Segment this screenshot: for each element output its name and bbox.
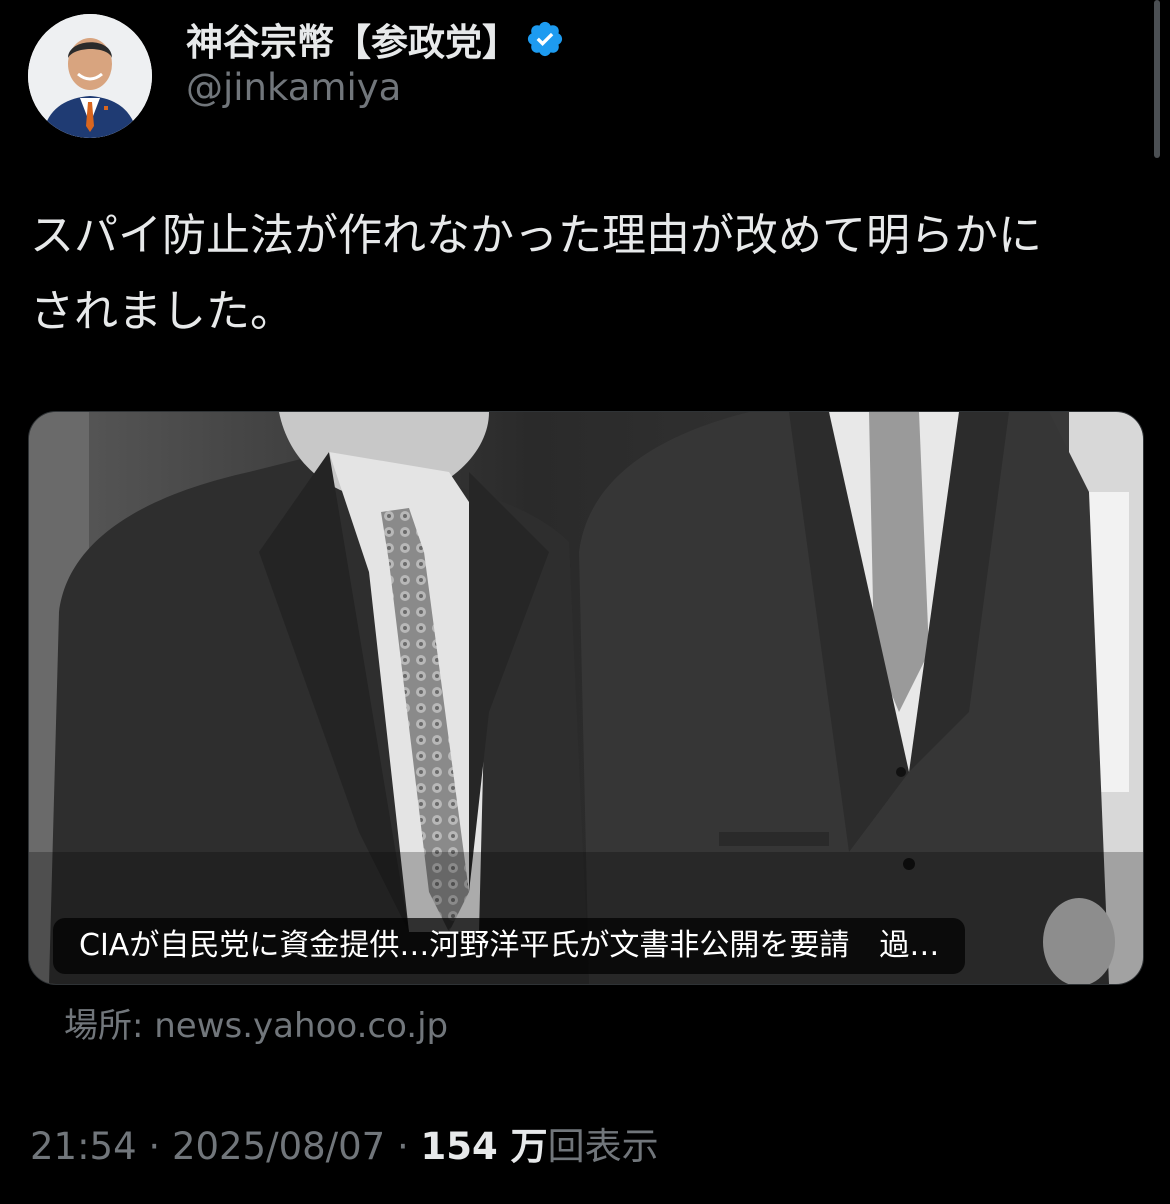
link-card-image xyxy=(29,412,1143,984)
author-handle[interactable]: @jinkamiya xyxy=(186,66,401,109)
scrollbar[interactable] xyxy=(1154,0,1160,158)
meta-separator: · xyxy=(136,1125,172,1168)
verified-badge-icon[interactable] xyxy=(525,19,565,59)
views-count[interactable]: 154 万 xyxy=(421,1125,548,1168)
tweet-text: スパイ防止法が作れなかった理由が改めて明らかに されました。 xyxy=(30,198,1140,350)
tweet-time[interactable]: 21:54 xyxy=(30,1125,137,1168)
link-card-source[interactable]: 場所: news.yahoo.co.jp xyxy=(64,998,448,1047)
author-name-row[interactable]: 神谷宗幣【参政党】 xyxy=(186,12,565,66)
tweet-meta: 21:54 · 2025/08/07 · 154 万回表示 xyxy=(30,1116,659,1170)
avatar-image xyxy=(28,14,152,138)
link-card-title[interactable]: CIAが自民党に資金提供…河野洋平氏が文書非公開を要請 過… xyxy=(53,918,966,974)
link-preview-card[interactable]: CIAが自民党に資金提供…河野洋平氏が文書非公開を要請 過… xyxy=(28,411,1144,985)
tweet-text-line: されました。 xyxy=(30,286,294,337)
meta-separator: · xyxy=(385,1125,421,1168)
author-display-name[interactable]: 神谷宗幣【参政党】 xyxy=(186,12,519,66)
avatar[interactable] xyxy=(28,14,152,138)
tweet-text-line: スパイ防止法が作れなかった理由が改めて明らかに xyxy=(30,210,1042,261)
views-label[interactable]: 回表示 xyxy=(548,1125,659,1168)
tweet-date[interactable]: 2025/08/07 xyxy=(172,1125,385,1168)
